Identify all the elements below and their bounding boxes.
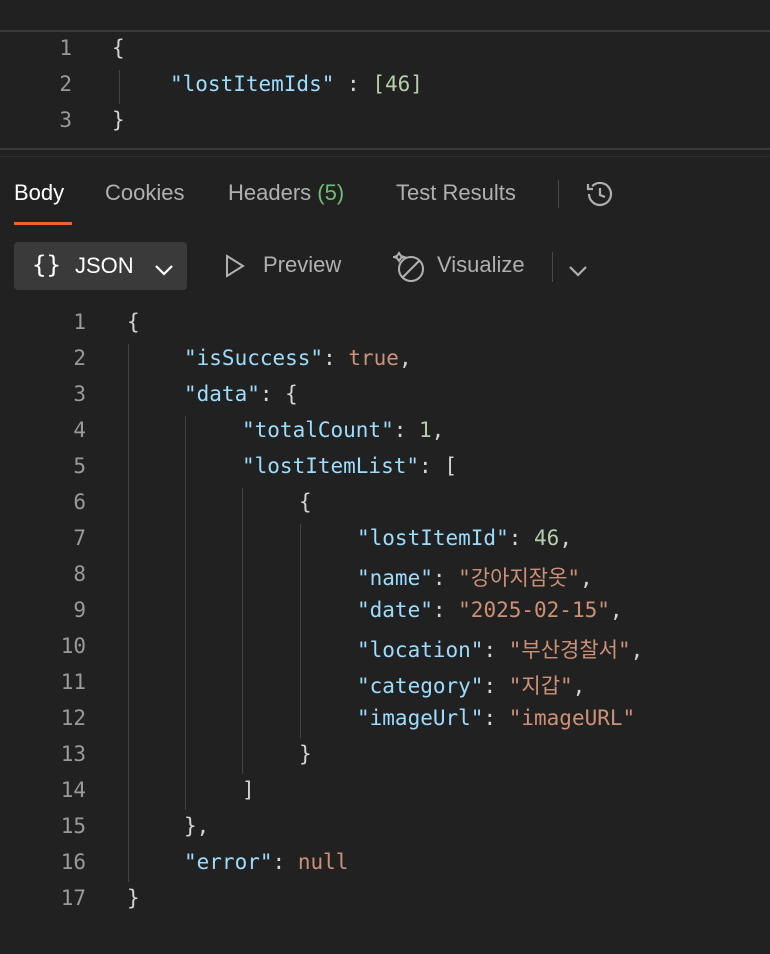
code-line: "location": "부산경찰서", [357,638,644,662]
tab-cookies[interactable]: Cookies [105,180,184,206]
headers-count-badge: (5) [317,180,345,205]
line-number: 1 [59,36,72,60]
code-line: "isSuccess": true, [184,346,412,370]
line-number: 16 [60,850,86,874]
indent-guide [185,416,186,810]
tab-separator [558,180,559,208]
code-line: "lostItemList": [ [242,454,457,478]
line-number: 14 [60,778,86,802]
code-line: } [127,886,140,910]
code-line: "name": "강아지잠옷", [357,566,593,590]
format-select[interactable]: {} JSON [14,242,187,290]
code-line: "totalCount": 1, [242,418,445,442]
visualize-icon [390,250,427,290]
line-number: 2 [73,346,86,370]
indent-guide [242,488,243,774]
line-number: 17 [60,886,86,910]
code-line: } [112,108,125,132]
response-toolbar: {} JSON Preview Visualize [0,240,770,292]
tab-headers-label: Headers [228,180,312,205]
code-line: { [299,490,312,514]
line-number: 10 [60,634,86,658]
chevron-down-icon [154,257,174,283]
line-number: 11 [60,670,86,694]
play-icon [224,254,246,284]
format-label: JSON [75,253,134,278]
code-line: ] [242,778,255,802]
code-line: "category": "지갑", [357,674,586,698]
response-tabs: Body Cookies Headers (5) Test Results [0,170,770,225]
code-line: "imageUrl": "imageURL" [357,706,636,730]
code-line: { [127,310,140,334]
line-number: 13 [60,742,86,766]
visualize-dropdown-chevron-icon[interactable] [568,258,588,284]
line-number: 1 [73,310,86,334]
line-number: 8 [73,562,86,586]
indent-guide [119,70,120,104]
code-line: { [112,36,125,60]
history-icon[interactable] [584,178,616,210]
line-number: 15 [60,814,86,838]
code-line: "data": { [184,382,298,406]
code-line: }, [184,814,210,838]
visualize-button[interactable]: Visualize [437,252,525,278]
editor-divider-2 [0,156,770,157]
indent-guide [128,344,129,882]
code-line: "date": "2025-02-15", [357,598,623,622]
top-divider [0,30,770,32]
line-number: 5 [73,454,86,478]
code-line: } [299,742,312,766]
toolbar-separator [552,252,553,282]
tab-test-results[interactable]: Test Results [396,180,516,206]
active-tab-indicator [14,222,72,225]
line-number: 6 [73,490,86,514]
line-number: 2 [59,72,72,96]
line-number: 3 [73,382,86,406]
line-number: 4 [73,418,86,442]
line-number: 7 [73,526,86,550]
code-line: "lostItemIds" : [46] [170,72,423,96]
line-number: 3 [59,108,72,132]
preview-button[interactable]: Preview [263,252,341,278]
tab-headers[interactable]: Headers (5) [228,180,344,206]
code-line: "lostItemId": 46, [357,526,572,550]
line-number: 9 [73,598,86,622]
line-number: 12 [60,706,86,730]
tab-body[interactable]: Body [14,180,64,206]
code-line: "error": null [184,850,349,874]
braces-icon: {} [32,251,61,279]
editor-divider [0,148,770,150]
indent-guide [300,524,301,738]
